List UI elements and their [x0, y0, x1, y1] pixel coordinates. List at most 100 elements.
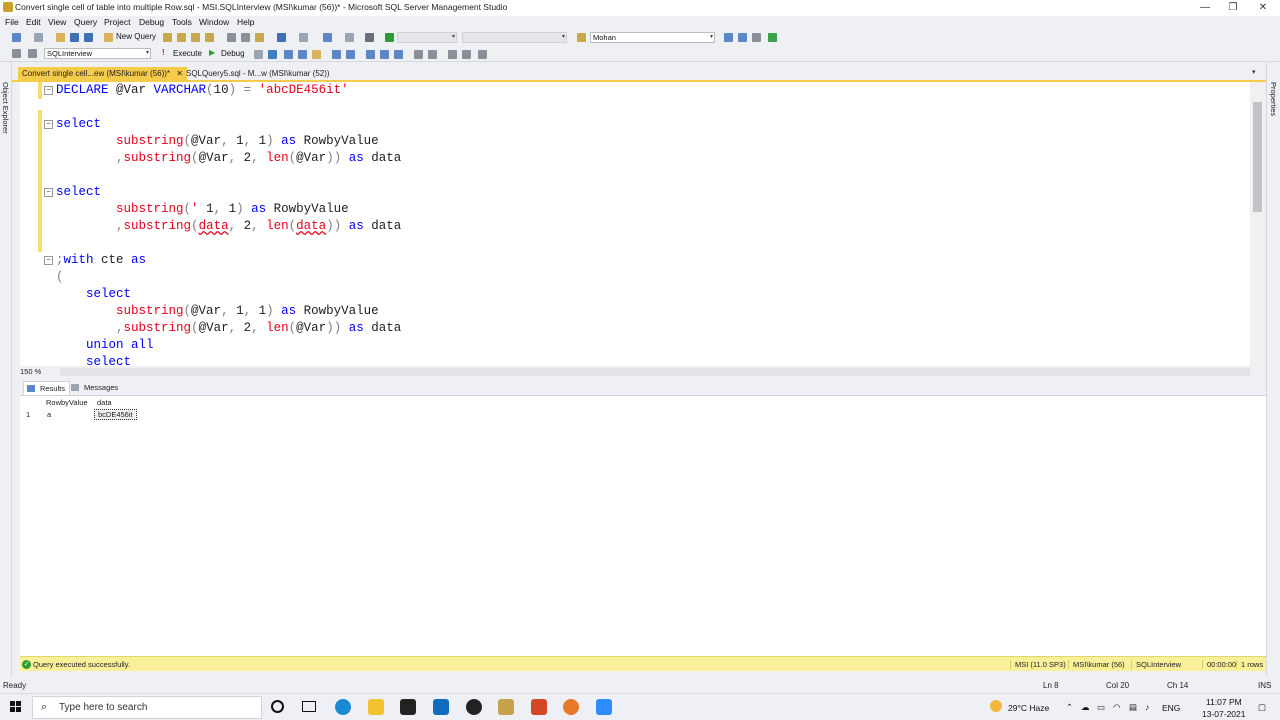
menu-view[interactable]: View	[48, 17, 66, 27]
results-to-text-icon[interactable]	[366, 50, 375, 59]
mail-icon[interactable]	[433, 699, 449, 715]
query-icon-4[interactable]	[205, 33, 214, 42]
find-in-files-icon[interactable]	[577, 33, 586, 42]
results-option-icon-1[interactable]	[284, 50, 293, 59]
plan-icon-2[interactable]	[346, 50, 355, 59]
code-line[interactable]: select	[56, 116, 101, 133]
taskbar-search-box[interactable]: ⌕ Type here to search	[32, 696, 262, 719]
code-line[interactable]: substring(@Var, 1, 1) as RowbyValue	[56, 303, 379, 320]
xbox-icon[interactable]	[466, 699, 482, 715]
tool-icon-4[interactable]	[768, 33, 777, 42]
results-grid[interactable]: RowbyValue data 1 a bcDE456it	[20, 396, 1266, 656]
clock-time[interactable]: 11:07 PM	[1206, 697, 1242, 707]
debug-target-icon[interactable]	[365, 33, 374, 42]
tab-results[interactable]: Results	[23, 381, 71, 395]
database-combo[interactable]: SQLInterview ▾	[44, 48, 151, 59]
code-line[interactable]: ,substring(data, 2, len(data)) as data	[56, 218, 401, 235]
query-icon-2[interactable]	[177, 33, 186, 42]
new-query-icon[interactable]	[104, 33, 113, 42]
execute-icon[interactable]: !	[162, 48, 165, 57]
new-query-button[interactable]: New Query	[116, 32, 156, 41]
code-line[interactable]: select	[56, 354, 131, 366]
properties-tab[interactable]: Properties	[1269, 82, 1278, 116]
code-line[interactable]: select	[56, 286, 131, 303]
show-hidden-icons[interactable]: ⌃	[1066, 702, 1073, 713]
windows-start-icon[interactable]	[10, 701, 22, 713]
menu-debug[interactable]: Debug	[139, 17, 164, 27]
search-combo[interactable]: Mohan ▾	[590, 32, 715, 43]
uncomment-icon[interactable]	[428, 50, 437, 59]
editor-horizontal-scrollbar[interactable]	[60, 368, 1250, 376]
parse-icon[interactable]	[268, 50, 277, 59]
specify-values-icon[interactable]	[478, 50, 487, 59]
cell-data-selected[interactable]: bcDE456it	[94, 409, 137, 420]
menu-window[interactable]: Window	[199, 17, 229, 27]
collapse-icon[interactable]: −	[44, 188, 53, 197]
save-all-icon[interactable]	[84, 33, 93, 42]
collapse-icon[interactable]: −	[44, 86, 53, 95]
tool-icon-1[interactable]	[724, 33, 733, 42]
code-line[interactable]: substring(@Var, 1, 1) as RowbyValue	[56, 133, 379, 150]
forward-icon[interactable]	[34, 33, 43, 42]
start-icon[interactable]	[385, 33, 394, 42]
editor-vertical-scrollbar[interactable]	[1250, 82, 1266, 366]
menu-edit[interactable]: Edit	[26, 17, 41, 27]
file-explorer-icon[interactable]	[368, 699, 384, 715]
tab-messages[interactable]: Messages	[68, 381, 122, 395]
collapse-icon[interactable]: −	[44, 256, 53, 265]
column-header-data[interactable]: data	[97, 398, 112, 407]
powerpoint-icon[interactable]	[531, 699, 547, 715]
copy-icon[interactable]	[241, 33, 250, 42]
code-line[interactable]: ,substring(@Var, 2, len(@Var)) as data	[56, 150, 401, 167]
back-icon[interactable]	[12, 33, 21, 42]
code-line[interactable]: ;with cte as	[56, 252, 146, 269]
column-header-rowbyvalue[interactable]: RowbyValue	[46, 398, 88, 407]
redo-icon[interactable]	[299, 33, 308, 42]
maximize-button[interactable]: ❐	[1218, 0, 1248, 16]
weather-icon[interactable]	[990, 700, 1002, 712]
paste-icon[interactable]	[255, 33, 264, 42]
tool-icon-3[interactable]	[752, 33, 761, 42]
notifications-icon[interactable]: ▢	[1258, 702, 1266, 713]
debug-button[interactable]: Debug	[221, 49, 245, 58]
task-view-icon[interactable]	[302, 701, 316, 712]
menu-project[interactable]: Project	[104, 17, 130, 27]
zoom-level[interactable]: 150 %	[20, 367, 41, 376]
query-editor[interactable]: − − − − DECLARE @Var VARCHAR(10) = 'abcD…	[20, 82, 1250, 366]
code-line[interactable]: union all	[56, 337, 154, 354]
find-icon[interactable]	[345, 33, 354, 42]
execute-button[interactable]: Execute	[173, 49, 202, 58]
ssms-taskbar-icon[interactable]	[498, 699, 514, 715]
undo-icon[interactable]	[277, 33, 286, 42]
code-line[interactable]: select	[56, 184, 101, 201]
decrease-indent-icon[interactable]	[448, 50, 457, 59]
clock-date[interactable]: 13-07-2021	[1202, 709, 1245, 719]
battery-icon[interactable]: ▭	[1097, 702, 1105, 713]
firefox-icon[interactable]	[563, 699, 579, 715]
code-line[interactable]: ,substring(@Var, 2, len(@Var)) as data	[56, 320, 401, 337]
cortana-icon[interactable]	[271, 700, 284, 713]
collapse-icon[interactable]: −	[44, 120, 53, 129]
increase-indent-icon[interactable]	[462, 50, 471, 59]
weather-text[interactable]: 29°C Haze	[1008, 703, 1049, 713]
cell-rowbyvalue[interactable]: a	[47, 410, 51, 419]
cut-icon[interactable]	[227, 33, 236, 42]
tab-convert-single-cell[interactable]: Convert single cell...ew (MSI\kumar (56)…	[18, 67, 187, 81]
cancel-query-icon[interactable]	[254, 50, 263, 59]
wifi-icon[interactable]: ◠	[1113, 702, 1120, 713]
minimize-button[interactable]: —	[1190, 0, 1220, 16]
cloud-icon[interactable]: ☁	[1081, 702, 1090, 713]
row-number[interactable]: 1	[26, 410, 30, 419]
tool-icon-2[interactable]	[738, 33, 747, 42]
results-option-icon-3[interactable]	[312, 50, 321, 59]
navigate-icon[interactable]	[323, 33, 332, 42]
close-button[interactable]: ✕	[1248, 0, 1278, 16]
connect-icon[interactable]	[12, 49, 21, 58]
store-icon[interactable]	[400, 699, 416, 715]
plan-icon-1[interactable]	[332, 50, 341, 59]
menu-help[interactable]: Help	[237, 17, 254, 27]
network-icon[interactable]: ▤	[1129, 702, 1137, 713]
tab-list-dropdown-icon[interactable]: ▾	[1252, 68, 1256, 76]
scroll-thumb[interactable]	[1253, 102, 1262, 212]
debug-play-icon[interactable]: ▶	[209, 48, 215, 57]
